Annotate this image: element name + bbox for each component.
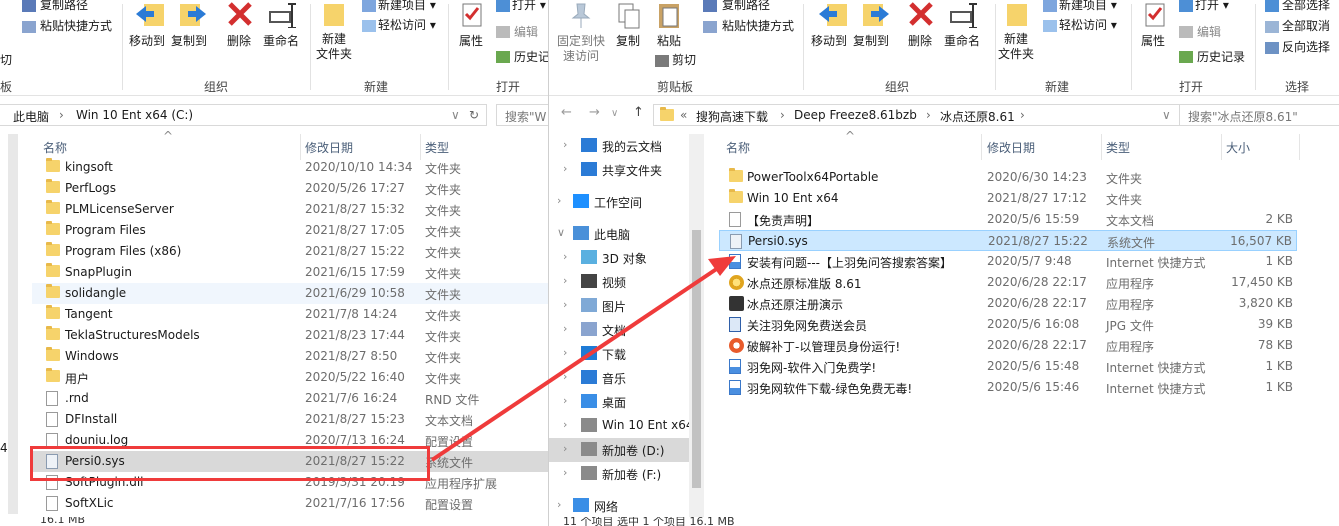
drag-arrow-overlay <box>430 256 736 462</box>
drag-arrow-line <box>430 266 720 462</box>
